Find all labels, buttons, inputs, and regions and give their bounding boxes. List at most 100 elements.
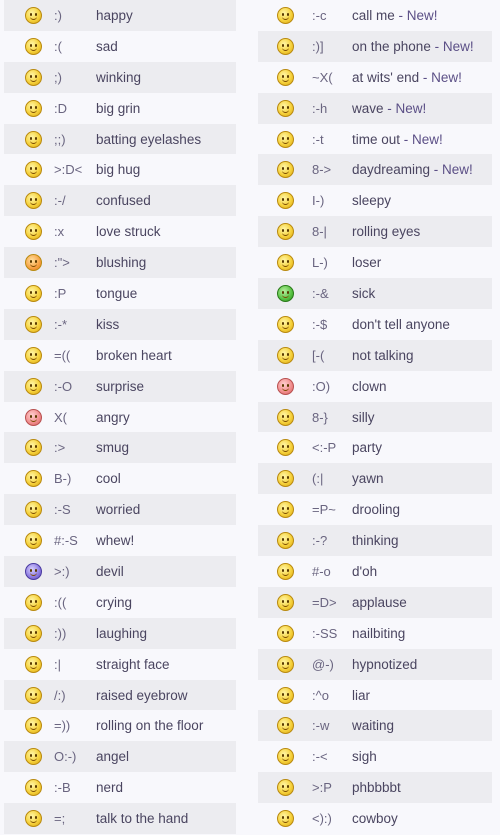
emoticon-name: at wits' end [352,69,420,85]
emoticon-row: :( sad [4,31,236,62]
emoticon-code: =(( [54,347,71,363]
emoticon-name: drooling [352,502,401,518]
emoticon-label: angry [96,410,130,425]
emoticon-row: @-) hypnotized [258,648,492,680]
dont-tell-anyone-icon [258,315,312,333]
emoticon-face-icon [276,99,294,117]
emoticon-face-icon [276,439,294,457]
emoticon-face-icon [24,161,42,179]
emoticon-code: :> [54,440,66,456]
emoticon-row: =P~ drooling [258,494,492,525]
emoticon-code: :P [54,285,67,301]
emoticon-name: angel [96,749,130,765]
sleepy-icon [258,192,312,210]
emoticon-name: sleepy [352,193,392,209]
emoticon-name: crying [96,594,133,610]
emoticon-name: laughing [96,625,148,641]
emoticon-code: :-S [54,502,71,518]
emoticon-row: =(( broken heart [4,340,236,371]
emoticon-name: sick [352,285,376,301]
emoticon-code: :x [54,224,65,240]
emoticon-code: :) [54,7,62,23]
emoticon-code: 8-} [312,409,328,425]
emoticon-face-icon [276,717,294,735]
emoticon-code: ~X( [312,69,333,85]
emoticon-row: O:-) angel [4,741,236,773]
emoticon-label: loser [352,255,381,270]
emoticon-code: :-< [312,749,328,765]
emoticon-face-icon [276,748,294,766]
emoticon-name: silly [352,409,375,425]
new-badge: - New! [419,69,462,85]
emoticon-row: 8-> daydreaming - New! [258,154,492,186]
emoticon-row: <):) cowboy [258,803,492,834]
emoticon-code: X( [54,409,67,425]
emoticon-row: :-SS nailbiting [258,618,492,649]
emoticon-label: tongue [96,286,137,301]
rolling-eyes-icon [258,223,312,241]
emoticon-code: 8-> [312,162,332,178]
emoticon-name: whew! [96,533,135,549]
emoticon-face-icon [276,284,294,302]
on-the-phone-icon [258,37,312,55]
emoticon-code: :| [54,656,61,672]
emoticon-face-icon [24,68,42,86]
emoticon-code: :-SS [312,625,338,641]
emoticon-name: party [352,440,383,456]
emoticon-face-icon [24,99,42,117]
emoticon-row: :-O surprise [4,370,236,402]
silly-icon [258,408,312,426]
emoticon-row: ;;) batting eyelashes [4,123,236,155]
emoticon-row: :-? thinking [258,525,492,557]
emoticon-label: not talking [352,348,414,363]
emoticon-face-icon [24,346,42,364]
emoticon-code: /:) [54,687,66,703]
surprise-icon [12,377,54,395]
emoticon-label: hypnotized [352,657,417,672]
cool-icon [12,470,54,488]
kiss-icon [12,315,54,333]
smug-icon [12,439,54,457]
emoticon-row: X( angry [4,402,236,433]
emoticon-face-icon [24,315,42,333]
emoticon-face-icon [276,593,294,611]
emoticon-label: blushing [96,255,146,270]
emoticon-code: [-( [312,347,325,363]
emoticon-row: :x love struck [4,216,236,247]
devil-icon [12,562,54,580]
emoticon-name: d'oh [352,563,378,579]
emoticon-face-icon [24,37,42,55]
emoticon-name: confused [96,193,151,209]
emoticon-face-icon [276,532,294,550]
emoticon-name: hypnotized [352,656,418,672]
emoticon-face-icon [276,6,294,24]
emoticon-face-icon [24,593,42,611]
broken-heart-icon [12,346,54,364]
emoticon-label: nailbiting [352,626,405,641]
emoticon-row: :-B nerd [4,772,236,803]
emoticon-name: straight face [96,656,170,672]
emoticon-name: applause [352,594,407,610]
emoticon-name: raised eyebrow [96,687,188,703]
emoticon-name: talk to the hand [96,811,189,827]
sad-icon [12,37,54,55]
party-icon [258,439,312,457]
at-wits-end-icon [258,68,312,86]
emoticon-name: nerd [96,780,124,796]
emoticon-row: :> smug [4,432,236,464]
emoticon-name: broken heart [96,347,172,363]
emoticon-code: :( [54,38,62,54]
emoticon-face-icon [24,192,42,210]
emoticon-row: 8-| rolling eyes [258,216,492,248]
emoticon-face-icon [24,130,42,148]
emoticon-row: :-/ confused [4,185,236,217]
emoticon-name: sad [96,38,118,54]
emoticon-name: surprise [96,378,145,394]
emoticon-face-icon [24,408,42,426]
emoticon-label: daydreaming - New! [352,162,473,177]
emoticon-name: worried [96,502,141,518]
emoticon-face-icon [24,748,42,766]
emoticon-code: :-c [312,7,327,23]
sigh-icon [258,748,312,766]
emoticon-code: :-t [312,131,324,147]
